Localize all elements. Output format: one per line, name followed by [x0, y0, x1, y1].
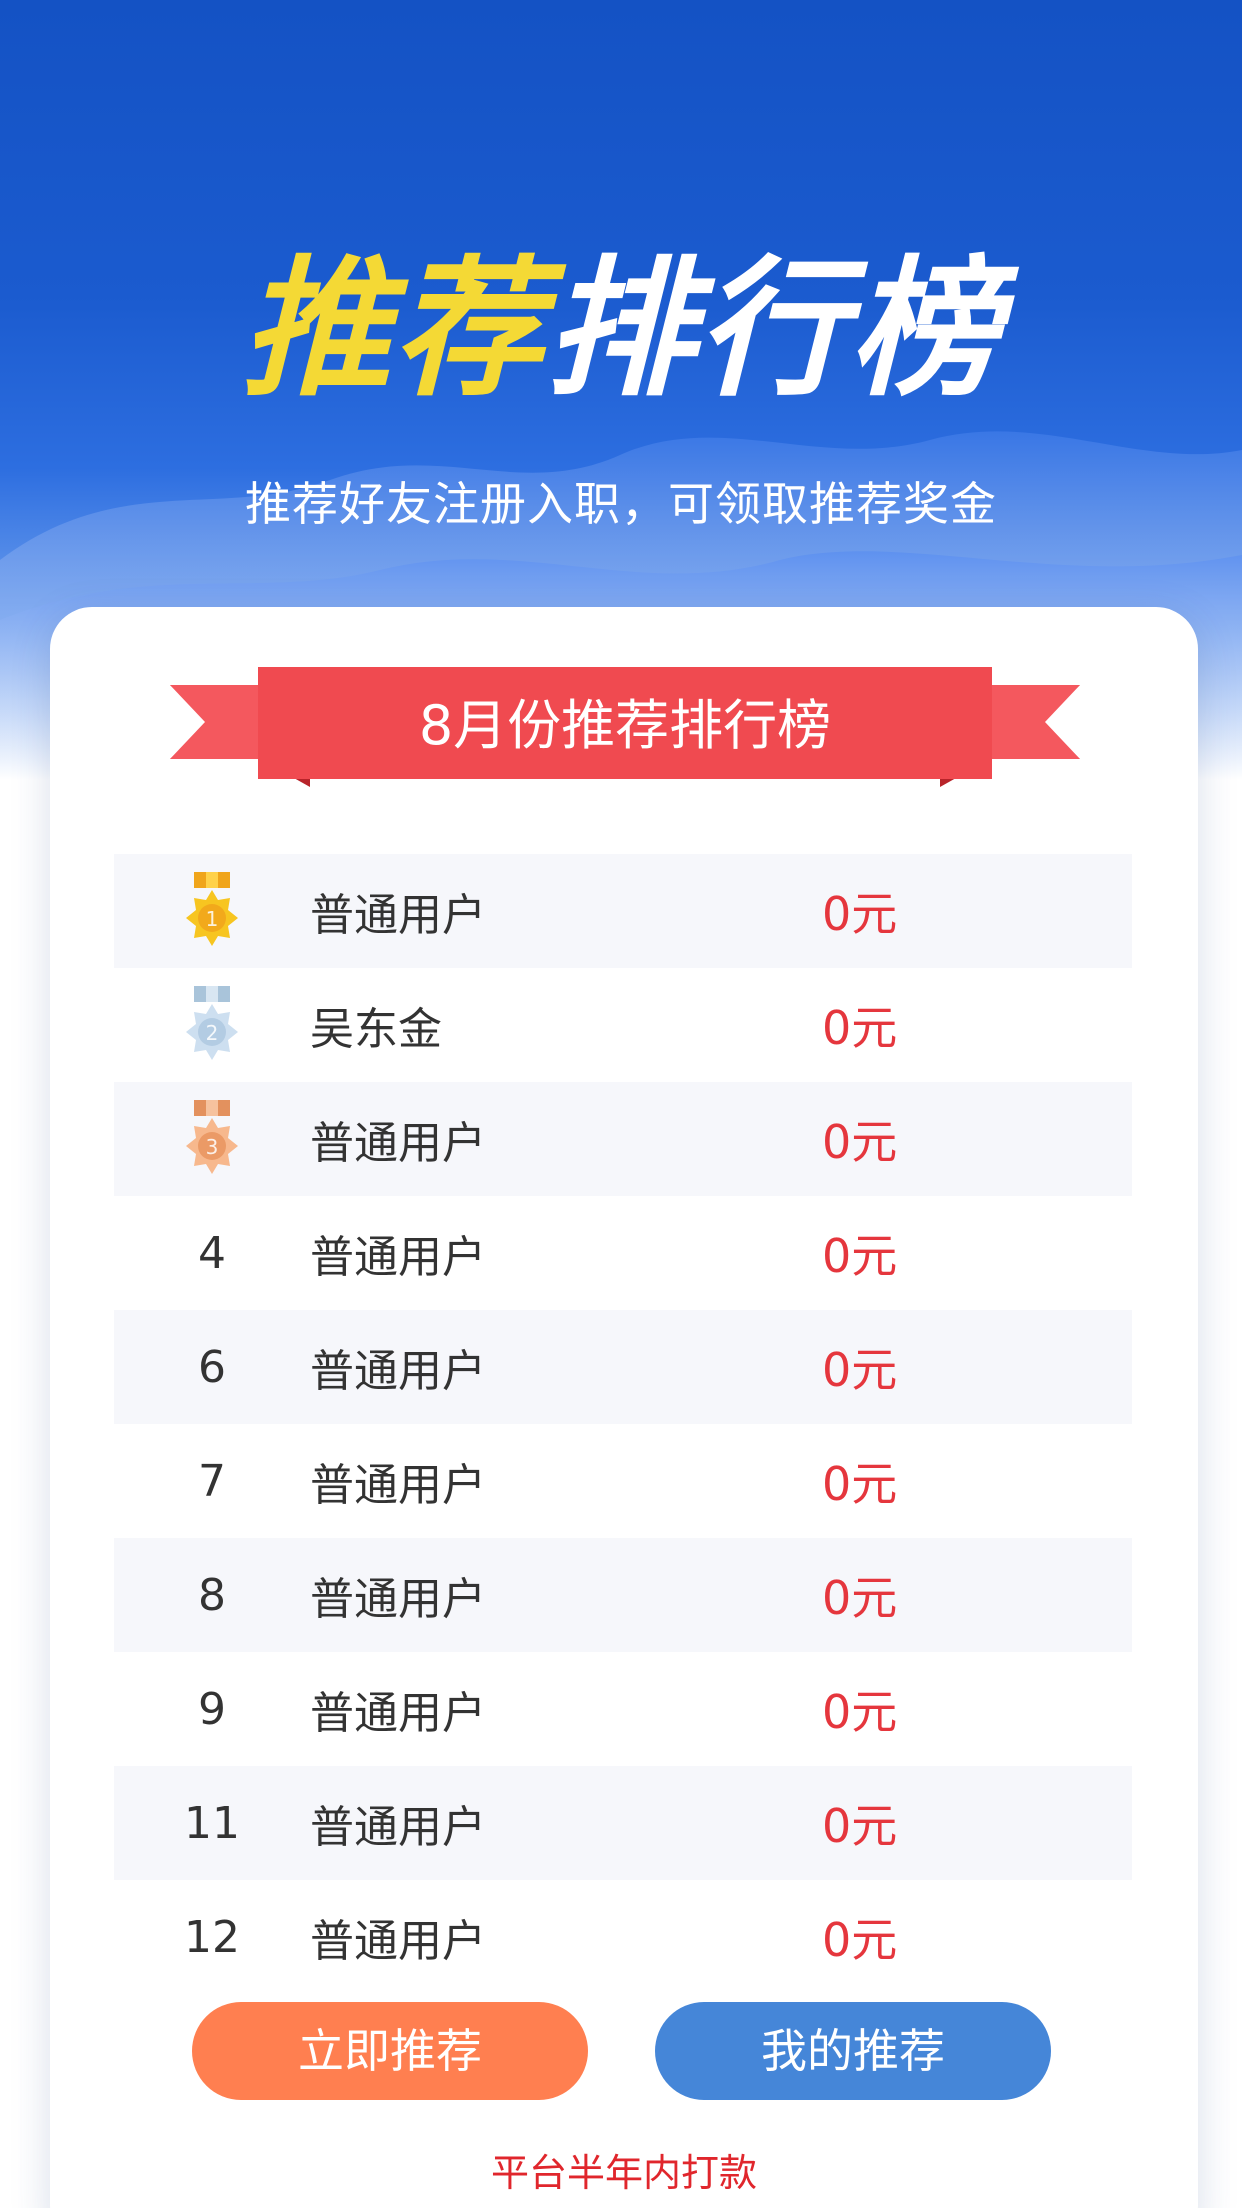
- table-row: 8 普通用户 0元: [114, 1538, 1132, 1652]
- silver-medal-icon: 2: [184, 986, 240, 1064]
- ribbon-banner: 8月份推荐排行榜: [170, 667, 1080, 817]
- rank-number: 4: [198, 1227, 226, 1279]
- table-row: 4 普通用户 0元: [114, 1196, 1132, 1310]
- rank-number: 6: [198, 1341, 226, 1393]
- user-name: 普通用户: [310, 1346, 486, 1397]
- table-row: 7 普通用户 0元: [114, 1424, 1132, 1538]
- user-name: 普通用户: [310, 1916, 486, 1967]
- user-name: 普通用户: [310, 1460, 486, 1511]
- bonus-amount: 0元: [822, 1343, 898, 1397]
- rank-number: 9: [198, 1683, 226, 1735]
- user-name: 吴东金: [310, 1004, 442, 1055]
- bronze-medal-icon: 3: [184, 1100, 240, 1178]
- table-row: 6 普通用户 0元: [114, 1310, 1132, 1424]
- hero-subtitle: 推荐好友注册入职，可领取推荐奖金: [245, 477, 997, 531]
- bonus-amount: 0元: [822, 1115, 898, 1169]
- rank-number: 11: [184, 1797, 240, 1849]
- rank-cell: 2: [114, 986, 310, 1064]
- hero-title-rest: 排行榜: [545, 243, 1002, 417]
- bonus-amount: 0元: [822, 1685, 898, 1739]
- user-name: 普通用户: [310, 890, 486, 941]
- leaderboard-card: 8月份推荐排行榜 1 普通用户 0元 2 吴东金 0元 3 普通用户 0元 4 …: [50, 607, 1198, 2208]
- my-recommendations-button[interactable]: 我的推荐: [655, 2002, 1051, 2100]
- bonus-amount: 0元: [822, 1229, 898, 1283]
- bonus-amount: 0元: [822, 887, 898, 941]
- table-row: 9 普通用户 0元: [114, 1652, 1132, 1766]
- recommend-now-button[interactable]: 立即推荐: [192, 2002, 588, 2100]
- bonus-amount: 0元: [822, 1001, 898, 1055]
- rank-number: 8: [198, 1569, 226, 1621]
- rank-number: 12: [184, 1911, 240, 1963]
- bonus-amount: 0元: [822, 1799, 898, 1853]
- bonus-amount: 0元: [822, 1571, 898, 1625]
- payout-note: 平台半年内打款: [490, 2151, 757, 2195]
- rank-cell: 3: [114, 1100, 310, 1178]
- hero-title: 推荐排行榜: [0, 255, 1242, 405]
- user-name: 普通用户: [310, 1802, 486, 1853]
- user-name: 普通用户: [310, 1574, 486, 1625]
- user-name: 普通用户: [310, 1118, 486, 1169]
- bonus-amount: 0元: [822, 1913, 898, 1967]
- rank-list: 1 普通用户 0元 2 吴东金 0元 3 普通用户 0元 4 普通用户 0元 6…: [114, 854, 1132, 1994]
- table-row: 12 普通用户 0元: [114, 1880, 1132, 1994]
- rank-number: 7: [198, 1455, 226, 1507]
- table-row: 1 普通用户 0元: [114, 854, 1132, 968]
- user-name: 普通用户: [310, 1232, 486, 1283]
- bonus-amount: 0元: [822, 1457, 898, 1511]
- table-row: 11 普通用户 0元: [114, 1766, 1132, 1880]
- table-row: 3 普通用户 0元: [114, 1082, 1132, 1196]
- table-row: 2 吴东金 0元: [114, 968, 1132, 1082]
- gold-medal-icon: 1: [184, 872, 240, 950]
- user-name: 普通用户: [310, 1688, 486, 1739]
- rank-cell: 1: [114, 872, 310, 950]
- ribbon-title: 8月份推荐排行榜: [418, 694, 832, 757]
- hero-title-highlight: 推荐: [240, 243, 545, 417]
